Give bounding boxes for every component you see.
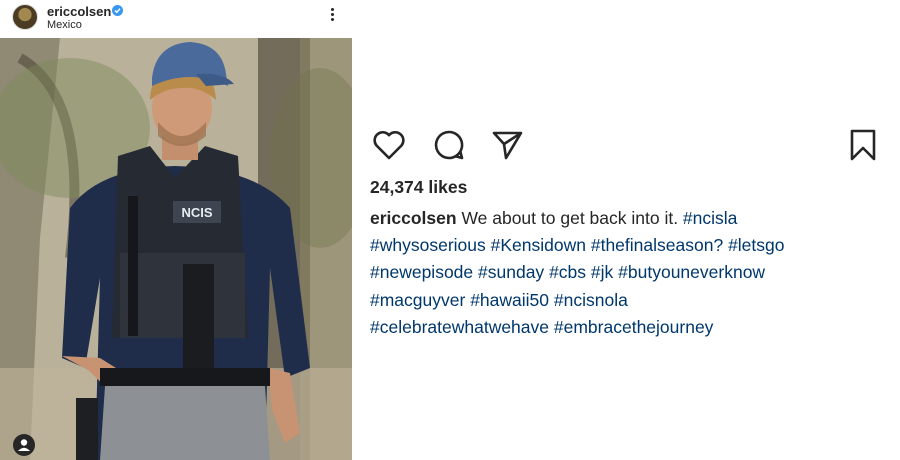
post-location[interactable]: Mexico	[47, 19, 82, 31]
hashtag-link[interactable]: #jk	[591, 262, 613, 282]
post-image[interactable]: NCIS	[0, 38, 352, 460]
caption-text: We about to get back into it.	[456, 208, 683, 228]
caption-username[interactable]: ericcolsen	[370, 208, 457, 228]
caption-line: #macguyver #hawaii50 #ncisnola	[370, 287, 880, 314]
vest-patch-text: NCIS	[181, 205, 212, 220]
post-header: ericcolsen Mexico	[0, 0, 352, 38]
hashtag-link[interactable]: #embracethejourney	[554, 317, 714, 337]
post-username[interactable]: ericcolsen	[47, 4, 111, 19]
user-tag-icon[interactable]	[13, 434, 35, 456]
post-actions	[372, 128, 882, 162]
hashtag-link[interactable]: #ncisla	[683, 208, 737, 228]
hashtag-link[interactable]: #cbs	[549, 262, 586, 282]
verified-badge-icon	[112, 5, 123, 16]
hashtag-link[interactable]: #letsgo	[728, 235, 784, 255]
hashtag-link[interactable]: #macguyver	[370, 290, 465, 310]
heart-icon[interactable]	[372, 128, 406, 162]
caption-line: #whysoserious #Kensidown #thefinalseason…	[370, 232, 880, 259]
bookmark-icon[interactable]	[846, 128, 880, 162]
hashtag-link[interactable]: #Kensidown	[491, 235, 586, 255]
hashtag-link[interactable]: #newepisode	[370, 262, 473, 282]
more-options-icon[interactable]	[326, 8, 338, 26]
hashtag-link[interactable]: #whysoserious	[370, 235, 486, 255]
avatar[interactable]	[12, 4, 38, 30]
hashtag-link[interactable]: #celebratewhatwehave	[370, 317, 549, 337]
post-photo-illustration: NCIS	[0, 38, 352, 460]
hashtag-link[interactable]: #hawaii50	[470, 290, 549, 310]
send-icon[interactable]	[490, 128, 524, 162]
post-caption: ericcolsen We about to get back into it.…	[370, 205, 880, 341]
hashtag-link[interactable]: #sunday	[478, 262, 544, 282]
hashtag-link[interactable]: #ncisnola	[554, 290, 628, 310]
likes-count[interactable]: 24,374 likes	[370, 177, 467, 198]
caption-line: #newepisode #sunday #cbs #jk #butyouneve…	[370, 259, 880, 286]
hashtag-link[interactable]: #butyouneverknow	[618, 262, 765, 282]
hashtag-link[interactable]: #thefinalseason?	[591, 235, 723, 255]
caption-line: ericcolsen We about to get back into it.…	[370, 205, 880, 232]
comment-icon[interactable]	[432, 128, 466, 162]
caption-line: #celebratewhatwehave #embracethejourney	[370, 314, 880, 341]
